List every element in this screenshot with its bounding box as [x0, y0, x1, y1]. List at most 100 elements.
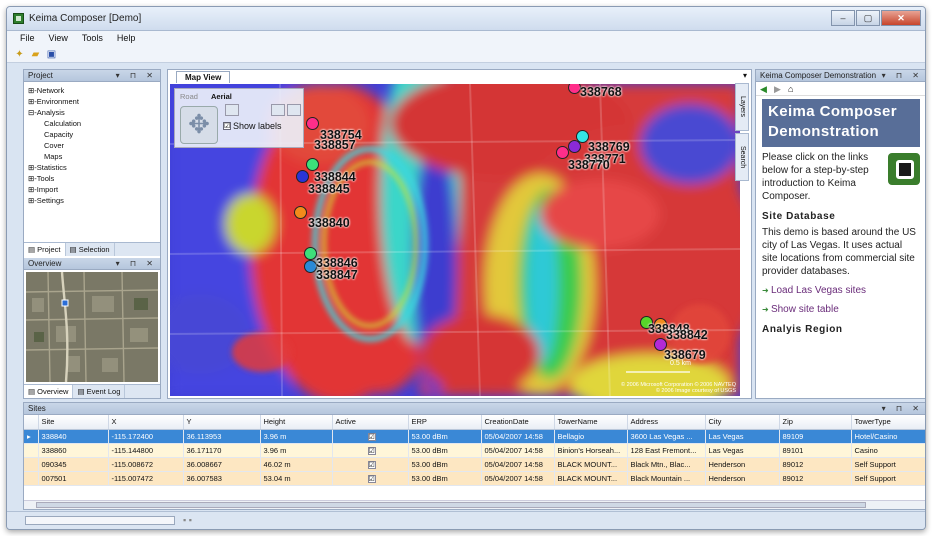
column-header[interactable]: City — [705, 415, 780, 430]
tab-event-log[interactable]: ▤ Event Log — [73, 385, 126, 398]
menu-help[interactable]: Help — [110, 31, 143, 47]
new-file-icon[interactable]: ✦ — [13, 49, 26, 61]
table-cell[interactable]: Casino — [851, 443, 925, 458]
column-header[interactable]: TowerType — [851, 415, 925, 430]
tree-item[interactable]: Capacity — [26, 129, 158, 140]
table-cell[interactable]: Las Vegas — [705, 443, 780, 458]
tree-item[interactable]: Calculation — [26, 118, 158, 129]
table-cell[interactable]: 05/04/2007 14:58 — [481, 429, 555, 444]
column-header[interactable]: TowerName — [554, 415, 628, 430]
close-button[interactable]: ✕ — [881, 10, 921, 26]
site-marker[interactable] — [294, 206, 307, 219]
panel-controls[interactable]: ▾ ⊓ ✕ — [116, 258, 157, 270]
table-cell[interactable]: Henderson — [705, 457, 780, 472]
active-checkbox[interactable]: ☑ — [367, 432, 376, 441]
tab-overview[interactable]: ▤ Overview — [24, 385, 74, 398]
table-cell[interactable]: 46.02 m — [260, 457, 333, 472]
active-cell[interactable]: ☑ — [332, 443, 409, 458]
active-checkbox[interactable]: ☑ — [367, 446, 376, 455]
menu-tools[interactable]: Tools — [75, 31, 110, 47]
tab-layers[interactable]: Layers — [735, 83, 749, 131]
tree-item[interactable]: ⊞-Tools — [26, 173, 158, 184]
column-header[interactable]: Site — [38, 415, 109, 430]
tree-item[interactable]: ⊞-Network — [26, 85, 158, 96]
menu-view[interactable]: View — [42, 31, 75, 47]
zoom-out-button[interactable] — [225, 104, 239, 116]
active-cell[interactable]: ☑ — [332, 457, 409, 472]
table-cell[interactable]: Bellagio — [554, 429, 628, 444]
column-header[interactable]: Y — [183, 415, 261, 430]
table-cell[interactable]: 3600 Las Vegas ... — [627, 429, 706, 444]
table-cell[interactable]: BLACK MOUNT... — [554, 457, 628, 472]
table-cell[interactable]: 05/04/2007 14:58 — [481, 457, 555, 472]
table-cell[interactable]: 89109 — [779, 429, 852, 444]
menu-file[interactable]: File — [13, 31, 42, 47]
table-cell[interactable]: Henderson — [705, 471, 780, 486]
table-cell[interactable]: Hotel/Casino — [851, 429, 925, 444]
table-cell[interactable]: 128 East Fremont... — [627, 443, 706, 458]
table-cell[interactable]: 05/04/2007 14:58 — [481, 471, 555, 486]
table-cell[interactable]: 36.007583 — [183, 471, 261, 486]
column-header[interactable]: CreationDate — [481, 415, 555, 430]
aerial-mode-button[interactable]: Aerial — [211, 92, 232, 101]
maximize-button[interactable]: ▢ — [856, 10, 880, 26]
table-cell[interactable]: 3.96 m — [260, 443, 333, 458]
overview-map[interactable] — [26, 272, 158, 382]
table-cell[interactable]: Black Mtn., Blac... — [627, 457, 706, 472]
pan-control-icon[interactable] — [180, 106, 218, 144]
active-checkbox[interactable]: ☑ — [367, 474, 376, 483]
tree-item[interactable]: ⊞-Import — [26, 184, 158, 195]
dropdown-icon[interactable]: ▾ — [743, 71, 747, 80]
home-icon[interactable]: ⌂ — [788, 84, 798, 94]
tree-item[interactable]: ⊞-Statistics — [26, 162, 158, 173]
tree-item[interactable]: ⊟-Analysis — [26, 107, 158, 118]
site-marker[interactable] — [306, 117, 319, 130]
tree-item[interactable]: Maps — [26, 151, 158, 162]
table-cell[interactable]: -115.007472 — [108, 471, 184, 486]
zoom-slider-icon[interactable] — [271, 104, 285, 116]
table-row[interactable]: 338860 -115.144800 36.171170 3.96 m ☑ 53… — [24, 443, 925, 458]
tab-search[interactable]: Search — [735, 133, 749, 181]
column-header[interactable]: X — [108, 415, 184, 430]
panel-controls[interactable]: ▾ ⊓ ✕ — [882, 403, 923, 415]
table-cell[interactable]: 007501 — [38, 471, 109, 486]
active-checkbox[interactable]: ☑ — [367, 460, 376, 469]
column-header[interactable]: Active — [332, 415, 409, 430]
panel-controls[interactable]: ▾ ⊓ ✕ — [882, 70, 923, 82]
back-icon[interactable]: ◀ — [760, 84, 770, 94]
open-folder-icon[interactable]: ▰ — [29, 49, 42, 61]
table-cell[interactable]: 89012 — [779, 457, 852, 472]
table-cell[interactable]: 53.00 dBm — [408, 471, 482, 486]
tab-map-view[interactable]: Map View — [176, 71, 231, 83]
show-site-table-link[interactable]: Show site table — [762, 303, 920, 316]
tab-project[interactable]: ▤ Project — [24, 243, 66, 256]
table-cell[interactable]: Binion's Horseah... — [554, 443, 628, 458]
tab-selection[interactable]: ▤ Selection — [66, 243, 115, 256]
show-labels-option[interactable]: ☑ Show labels — [223, 121, 282, 131]
table-cell[interactable]: -115.172400 — [108, 429, 184, 444]
table-cell[interactable]: Black Mountain ... — [627, 471, 706, 486]
save-icon[interactable]: ▣ — [45, 49, 58, 61]
table-cell[interactable]: Las Vegas — [705, 429, 780, 444]
active-cell[interactable]: ☑ — [332, 429, 409, 444]
coverage-map[interactable]: Road Aerial ☑ Show labels 338768 338754 … — [170, 84, 740, 396]
site-marker[interactable] — [568, 140, 581, 153]
table-row[interactable]: 090345 -115.008672 36.008667 46.02 m ☑ 5… — [24, 457, 925, 472]
forward-icon[interactable]: ▶ — [774, 84, 784, 94]
panel-controls[interactable]: ▾ ⊓ ✕ — [116, 70, 157, 82]
table-cell[interactable]: 89012 — [779, 471, 852, 486]
show-labels-checkbox[interactable]: ☑ — [223, 122, 231, 130]
table-cell[interactable]: 36.008667 — [183, 457, 261, 472]
load-las-vegas-sites-link[interactable]: Load Las Vegas sites — [762, 284, 920, 297]
table-cell[interactable]: -115.144800 — [108, 443, 184, 458]
road-mode-button[interactable]: Road — [180, 92, 198, 101]
zoom-in-button[interactable] — [287, 104, 301, 116]
table-cell[interactable]: 53.00 dBm — [408, 457, 482, 472]
table-row[interactable]: 007501 -115.007472 36.007583 53.04 m ☑ 5… — [24, 471, 925, 486]
table-cell[interactable]: 36.171170 — [183, 443, 261, 458]
tree-item[interactable]: Cover — [26, 140, 158, 151]
column-header[interactable]: Zip — [779, 415, 852, 430]
column-header[interactable]: Height — [260, 415, 333, 430]
table-cell[interactable]: -115.008672 — [108, 457, 184, 472]
table-cell[interactable]: 3.96 m — [260, 429, 333, 444]
